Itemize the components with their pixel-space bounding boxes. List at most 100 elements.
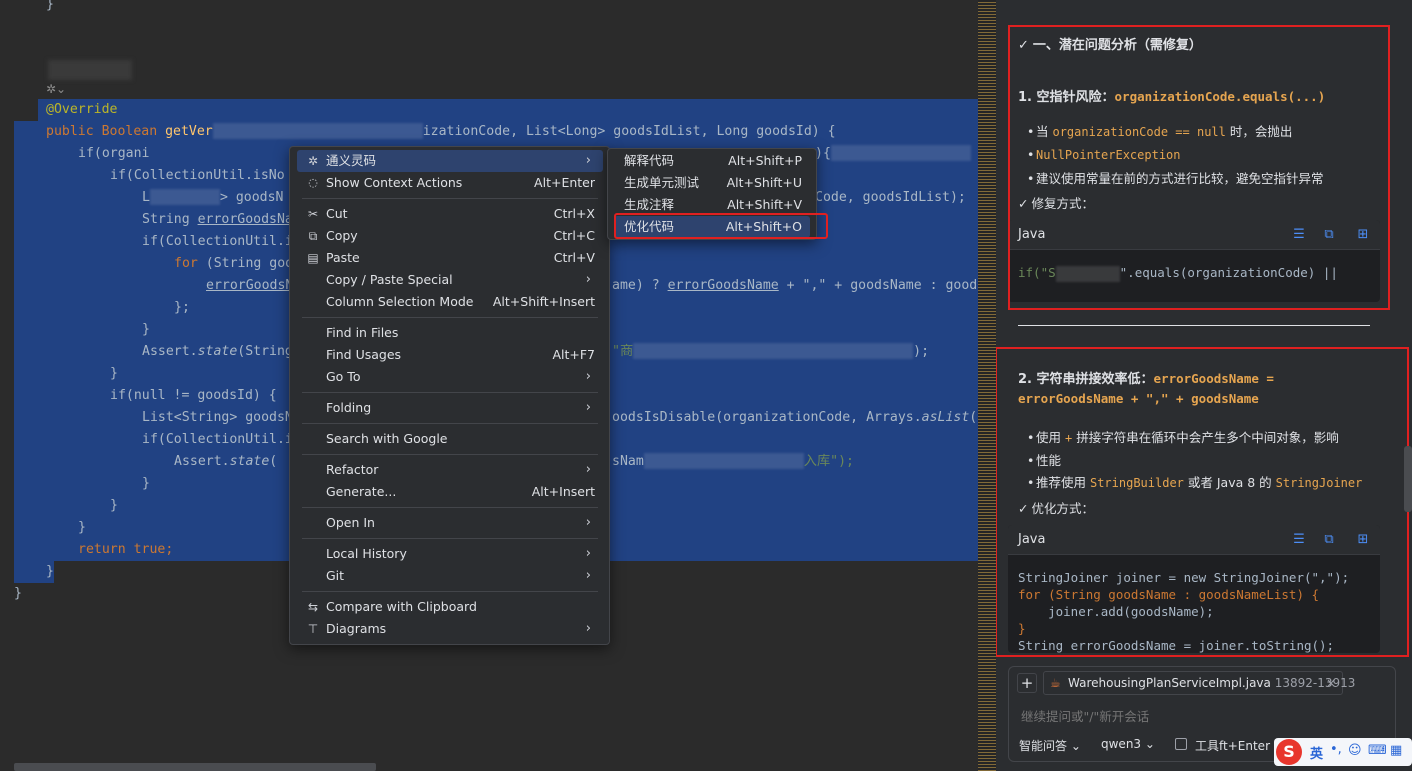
- highlight-box: [1008, 25, 1390, 310]
- cut-icon: ✂: [307, 207, 319, 221]
- code-line: String errorGoodsNa: [142, 212, 293, 227]
- grid-icon[interactable]: ▦: [1390, 743, 1402, 758]
- add-context-button[interactable]: +: [1017, 673, 1037, 693]
- selection-highlight: [38, 99, 978, 121]
- menu-separator: [302, 454, 598, 455]
- chevron-right-icon: ›: [585, 369, 591, 384]
- ime-mode-label[interactable]: 英: [1310, 743, 1323, 762]
- paste-icon: ▤: [307, 251, 319, 265]
- tool-label: 工具ft+Enter: [1195, 739, 1270, 753]
- chevron-right-icon: ›: [585, 546, 591, 561]
- code-line: public Boolean getVer izationCode, List<L…: [46, 123, 836, 139]
- menu-item-diagrams[interactable]: ⊤ Diagrams ›: [297, 618, 603, 640]
- horizontal-scrollbar[interactable]: [14, 763, 376, 771]
- code-line: sNam 入库");: [612, 453, 854, 469]
- tongyi-icon: ✲: [307, 154, 319, 168]
- chevron-down-icon: ⌄: [1144, 737, 1155, 751]
- model-dropdown[interactable]: qwen3 ⌄: [1101, 737, 1155, 751]
- menu-item-cut[interactable]: ✂ Cut Ctrl+X: [297, 203, 603, 225]
- code-line: if(CollectionUtil.i: [142, 432, 293, 447]
- panel-scrollbar[interactable]: [1404, 446, 1412, 512]
- chat-input[interactable]: [1021, 705, 1381, 727]
- code-line: List<String> goodsN: [142, 410, 293, 425]
- menu-item-refactor[interactable]: Refactor ›: [297, 459, 603, 481]
- menu-item-git[interactable]: Git ›: [297, 565, 603, 587]
- menu-item-go-to[interactable]: Go To ›: [297, 366, 603, 388]
- code-line: Assert.state(: [174, 454, 286, 469]
- code-line: Code, goodsIdList);: [815, 190, 966, 205]
- menu-item-folding[interactable]: Folding ›: [297, 397, 603, 419]
- ai-assistant-panel: ✓ 一、潜在问题分析（需修复） 1. 空指针风险：organizationCode…: [996, 0, 1412, 771]
- code-line: }: [46, 0, 54, 12]
- code-line: "商);: [612, 343, 930, 359]
- context-menu: ✲ 通义灵码 › ◌ Show Context Actions Alt+Ente…: [289, 146, 610, 645]
- submenu-item-explain-code[interactable]: 解释代码 Alt+Shift+P: [614, 150, 810, 172]
- file-chip[interactable]: ☕ WarehousingPlanServiceImpl.java 13892-…: [1043, 671, 1355, 695]
- ai-inline-icon[interactable]: ✲⌄: [46, 82, 66, 96]
- emoji-icon[interactable]: ☺: [1348, 743, 1362, 758]
- compare-icon: ⇆: [307, 600, 319, 614]
- menu-item-paste[interactable]: ▤ Paste Ctrl+V: [297, 247, 603, 269]
- menu-item-copy-paste-special[interactable]: Copy / Paste Special ›: [297, 269, 603, 291]
- chevron-right-icon: ›: [585, 462, 591, 477]
- code-line: @Override: [46, 102, 118, 117]
- chevron-right-icon: ›: [585, 272, 591, 287]
- code-line: }: [142, 476, 150, 491]
- diagram-icon: ⊤: [307, 622, 319, 636]
- code-line: if(organi: [78, 146, 150, 161]
- menu-separator: [302, 317, 598, 318]
- code-line: ){: [815, 143, 971, 165]
- menu-item-tongyi[interactable]: ✲ 通义灵码 ›: [297, 150, 603, 172]
- menu-separator: [302, 423, 598, 424]
- code-line: }: [78, 520, 86, 535]
- menu-item-compare-clipboard[interactable]: ⇆ Compare with Clipboard: [297, 596, 603, 618]
- chevron-right-icon: ›: [585, 400, 591, 415]
- code-line: return true;: [78, 542, 174, 557]
- code-line: if(null != goodsId) {: [110, 388, 277, 403]
- code-line: if(CollectionUtil.i: [142, 234, 293, 249]
- code-line: }: [46, 564, 54, 579]
- keyboard-icon[interactable]: ⌨: [1368, 743, 1387, 758]
- chevron-right-icon: ›: [585, 515, 591, 530]
- sogou-logo-icon: S: [1276, 739, 1302, 765]
- menu-item-local-history[interactable]: Local History ›: [297, 543, 603, 565]
- ime-toolbar[interactable]: S 英 •, ☺ ⌨ ▦: [1274, 738, 1412, 766]
- code-line: errorGoodsN: [206, 278, 294, 293]
- menu-item-open-in[interactable]: Open In ›: [297, 512, 603, 534]
- java-file-icon: ☕: [1050, 676, 1061, 690]
- punctuation-icon[interactable]: •,: [1330, 742, 1342, 757]
- code-line: }: [110, 366, 118, 381]
- tool-checkbox[interactable]: [1175, 738, 1187, 750]
- code-line: Assert.state(String: [142, 344, 293, 359]
- chevron-down-icon: ⌄: [1070, 739, 1081, 753]
- bulb-icon: ◌: [308, 176, 318, 189]
- code-line: }: [110, 498, 118, 513]
- close-icon[interactable]: ×: [1326, 672, 1336, 694]
- menu-item-column-selection[interactable]: Column Selection Mode Alt+Shift+Insert: [297, 291, 603, 313]
- menu-item-find-usages[interactable]: Find Usages Alt+F7: [297, 344, 603, 366]
- menu-item-show-context-actions[interactable]: ◌ Show Context Actions Alt+Enter: [297, 172, 603, 194]
- menu-separator: [302, 591, 598, 592]
- mode-dropdown[interactable]: 智能问答 ⌄: [1019, 737, 1081, 754]
- divider: [1018, 325, 1370, 326]
- code-line: oodsIsDisable(organizationCode, Arrays.a…: [612, 410, 978, 425]
- menu-separator: [302, 507, 598, 508]
- menu-separator: [302, 198, 598, 199]
- submenu-item-generate-tests[interactable]: 生成单元测试 Alt+Shift+U: [614, 172, 810, 194]
- menu-separator: [302, 538, 598, 539]
- code-line: }: [142, 322, 150, 337]
- code-line: L > goodsN: [142, 189, 284, 205]
- blurred-region: [48, 60, 132, 80]
- menu-separator: [302, 392, 598, 393]
- code-line: }: [14, 586, 22, 601]
- menu-item-find-in-files[interactable]: Find in Files: [297, 322, 603, 344]
- menu-item-generate[interactable]: Generate... Alt+Insert: [297, 481, 603, 503]
- highlight-box: [614, 213, 828, 239]
- code-line: ame) ? errorGoodsName + "," + goodsName …: [612, 278, 978, 293]
- code-line: };: [174, 300, 190, 315]
- chevron-right-icon: ›: [585, 568, 591, 583]
- code-line: if(CollectionUtil.isNo: [110, 168, 285, 183]
- menu-item-search-google[interactable]: Search with Google: [297, 428, 603, 450]
- menu-item-copy[interactable]: ⧉ Copy Ctrl+C: [297, 225, 603, 247]
- copy-icon: ⧉: [308, 229, 318, 243]
